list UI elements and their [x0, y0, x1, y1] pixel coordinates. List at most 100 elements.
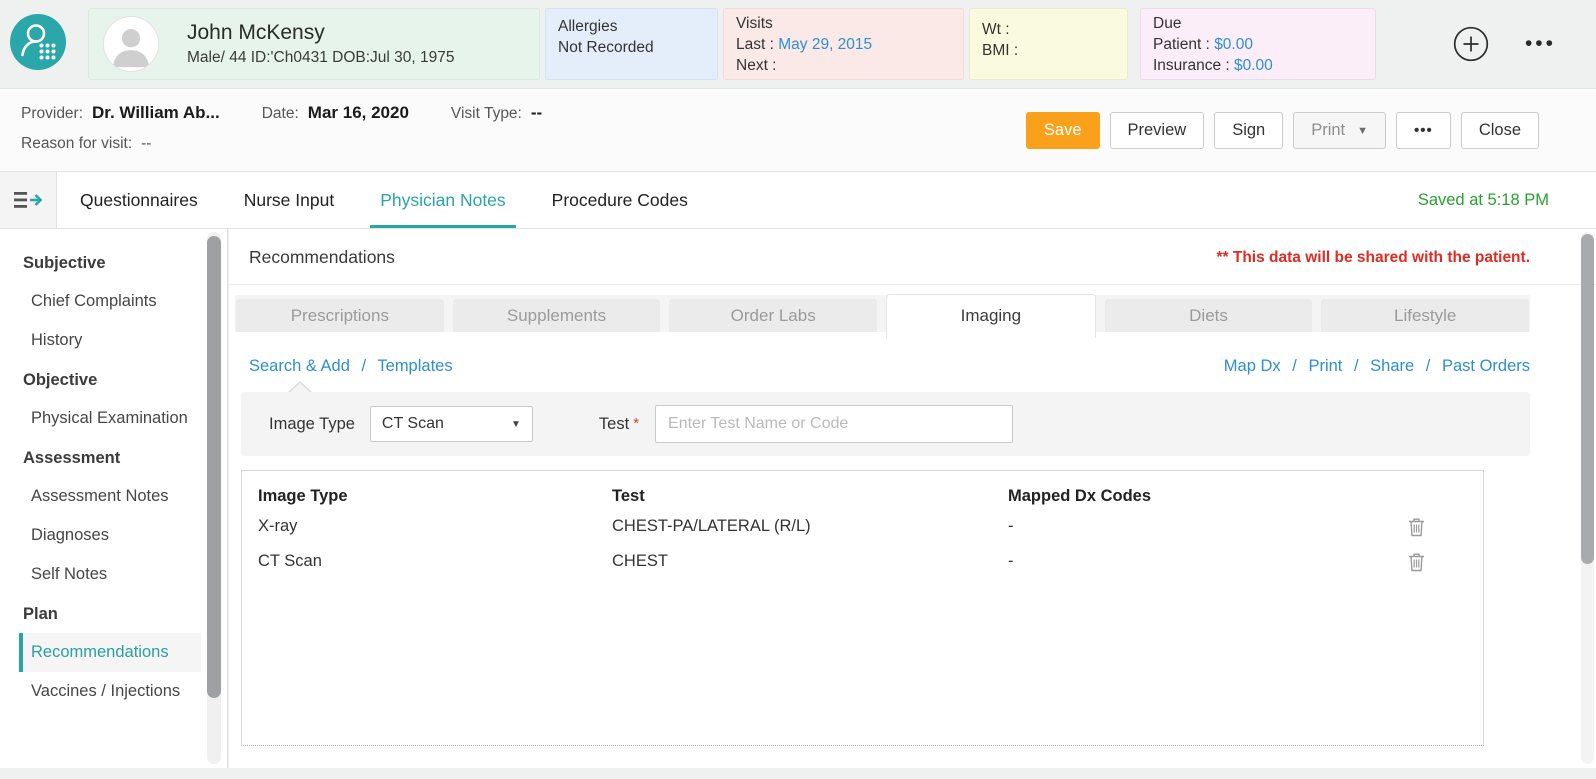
more-actions-button[interactable]: •••: [1396, 112, 1451, 149]
date-label: Date:: [261, 105, 299, 122]
patient-name: John McKensy: [187, 21, 325, 44]
subtab-prescriptions[interactable]: Prescriptions: [236, 299, 444, 332]
sidebar-item-assessment-notes[interactable]: Assessment Notes: [19, 477, 201, 516]
reason-value[interactable]: --: [141, 135, 151, 153]
delete-row-button[interactable]: [1408, 551, 1430, 573]
provider-value[interactable]: Dr. William Ab...: [92, 103, 220, 123]
app-logo-icon[interactable]: [10, 13, 66, 75]
print-dropdown-button[interactable]: Print ▼: [1293, 112, 1387, 149]
imaging-orders-table: Image Type Test Mapped Dx Codes X-ray CH…: [241, 470, 1484, 746]
cell-test: CHEST: [612, 552, 668, 570]
subtab-imaging[interactable]: Imaging: [886, 294, 1096, 338]
encounter-info: Provider: Dr. William Ab... Date: Mar 16…: [21, 103, 584, 162]
delete-row-button[interactable]: [1408, 516, 1430, 538]
subtab-order-labs[interactable]: Order Labs: [669, 299, 878, 332]
due-patient-amount-link[interactable]: $0.00: [1214, 36, 1253, 53]
allergies-value: Not Recorded: [558, 39, 654, 56]
weight-label: Wt :: [982, 21, 1010, 38]
map-dx-link[interactable]: Map Dx: [1224, 357, 1281, 375]
link-separator: /: [1292, 357, 1297, 375]
tab-physician-notes[interactable]: Physician Notes: [357, 172, 528, 228]
imaging-search-form: Image Type CT Scan ▼ Test *: [241, 381, 1530, 456]
visits-last-date-link[interactable]: May 29, 2015: [778, 36, 872, 53]
expand-menu-icon[interactable]: [0, 172, 57, 228]
cell-mapped-dx: -: [1008, 552, 1014, 570]
saved-status: Saved at 5:18 PM: [1417, 190, 1549, 209]
sidebar-item-recommendations[interactable]: Recommendations: [19, 633, 201, 672]
weight-line: Wt :: [982, 20, 1115, 39]
add-icon[interactable]: [1453, 26, 1489, 62]
close-button[interactable]: Close: [1460, 112, 1539, 149]
link-separator: /: [1425, 357, 1431, 375]
recommendations-panel: Recommendations ** This data will be sha…: [229, 229, 1596, 768]
dropdown-caret-icon: ▼: [511, 418, 521, 430]
sidebar-item-vaccines-injections[interactable]: Vaccines / Injections: [19, 672, 201, 711]
sidebar-item-self-notes[interactable]: Self Notes: [19, 555, 201, 594]
cell-image-type: CT Scan: [258, 552, 322, 570]
tab-procedure-codes[interactable]: Procedure Codes: [529, 172, 711, 228]
visits-last-label: Last :: [736, 36, 774, 53]
visits-title: Visits: [736, 15, 773, 32]
cell-mapped-dx: -: [1008, 517, 1014, 535]
image-type-select[interactable]: CT Scan ▼: [369, 406, 533, 442]
due-insurance-label: Insurance :: [1153, 57, 1230, 74]
due-insurance-line: Insurance : $0.00: [1153, 56, 1363, 75]
main-scrollbar-track[interactable]: [1581, 232, 1594, 764]
past-orders-link[interactable]: Past Orders: [1442, 357, 1530, 375]
sidebar-item-history[interactable]: History: [19, 321, 201, 360]
due-patient-label: Patient :: [1153, 36, 1210, 53]
subtab-lifestyle[interactable]: Lifestyle: [1321, 299, 1530, 332]
main-scrollbar-thumb[interactable]: [1581, 234, 1594, 564]
due-patient-line: Patient : $0.00: [1153, 35, 1363, 54]
vitals-card: Wt : BMI :: [969, 8, 1128, 80]
cell-image-type: X-ray: [258, 517, 298, 535]
note-tab-bar: Questionnaires Nurse Input Physician Not…: [0, 172, 1596, 229]
trash-icon: [1409, 553, 1424, 571]
share-link[interactable]: Share: [1370, 357, 1414, 375]
encounter-buttons: Save Preview Sign Print ▼ ••• Close: [1025, 112, 1539, 149]
trash-icon: [1409, 518, 1424, 536]
date-value[interactable]: Mar 16, 2020: [308, 103, 409, 123]
sidebar-scrollbar-track[interactable]: [207, 232, 221, 764]
preview-button[interactable]: Preview: [1109, 112, 1205, 149]
tab-questionnaires[interactable]: Questionnaires: [57, 172, 221, 228]
patient-text: John McKensy Male/ 44 ID:'Ch0431 DOB:Jul…: [187, 21, 454, 67]
bmi-label: BMI :: [982, 42, 1019, 59]
link-separator: /: [361, 357, 367, 375]
due-card: Due Patient : $0.00 Insurance : $0.00: [1140, 8, 1376, 80]
test-label: Test *: [598, 414, 640, 433]
sign-button[interactable]: Sign: [1214, 112, 1284, 149]
visit-type-value[interactable]: --: [531, 103, 542, 123]
col-header-test: Test: [612, 487, 645, 505]
templates-link[interactable]: Templates: [377, 357, 452, 375]
chevron-down-icon: ▼: [1357, 124, 1369, 137]
subtab-supplements[interactable]: Supplements: [452, 299, 661, 332]
search-add-link[interactable]: Search & Add: [249, 357, 350, 375]
col-header-image-type: Image Type: [258, 487, 348, 505]
patient-card[interactable]: John McKensy Male/ 44 ID:'Ch0431 DOB:Jul…: [88, 8, 540, 80]
due-insurance-amount-link[interactable]: $0.00: [1234, 57, 1273, 74]
test-search-input[interactable]: [655, 405, 1014, 443]
image-type-label: Image Type: [269, 414, 355, 433]
patient-avatar: [103, 16, 159, 72]
print-link[interactable]: Print: [1308, 357, 1342, 375]
print-button-label: Print: [1311, 121, 1346, 139]
sidebar-scrollbar-thumb[interactable]: [207, 236, 221, 698]
tab-nurse-input[interactable]: Nurse Input: [221, 172, 357, 228]
patient-header: John McKensy Male/ 44 ID:'Ch0431 DOB:Jul…: [0, 0, 1596, 88]
sidebar-item-physical-examination[interactable]: Physical Examination: [19, 399, 201, 438]
page-title: Recommendations: [249, 247, 395, 267]
col-header-mapped-dx: Mapped Dx Codes: [1008, 487, 1152, 505]
patient-share-note: ** This data will be shared with the pat…: [1216, 248, 1531, 266]
subtab-diets[interactable]: Diets: [1104, 299, 1313, 332]
table-row: CT Scan CHEST -: [242, 544, 1483, 579]
sidebar-item-chief-complaints[interactable]: Chief Complaints: [19, 282, 201, 321]
save-button[interactable]: Save: [1025, 112, 1100, 149]
header-more-icon[interactable]: •••: [1525, 32, 1556, 56]
encounter-bar: Provider: Dr. William Ab... Date: Mar 16…: [0, 88, 1596, 172]
imaging-links-row: Search & Add / Templates Map Dx / Print …: [249, 357, 1530, 376]
table-row: X-ray CHEST-PA/LATERAL (R/L) -: [242, 509, 1483, 544]
sidebar-item-diagnoses[interactable]: Diagnoses: [19, 516, 201, 555]
sidebar-section-plan: Plan: [23, 605, 58, 623]
sidebar-section-subjective: Subjective: [23, 254, 106, 272]
